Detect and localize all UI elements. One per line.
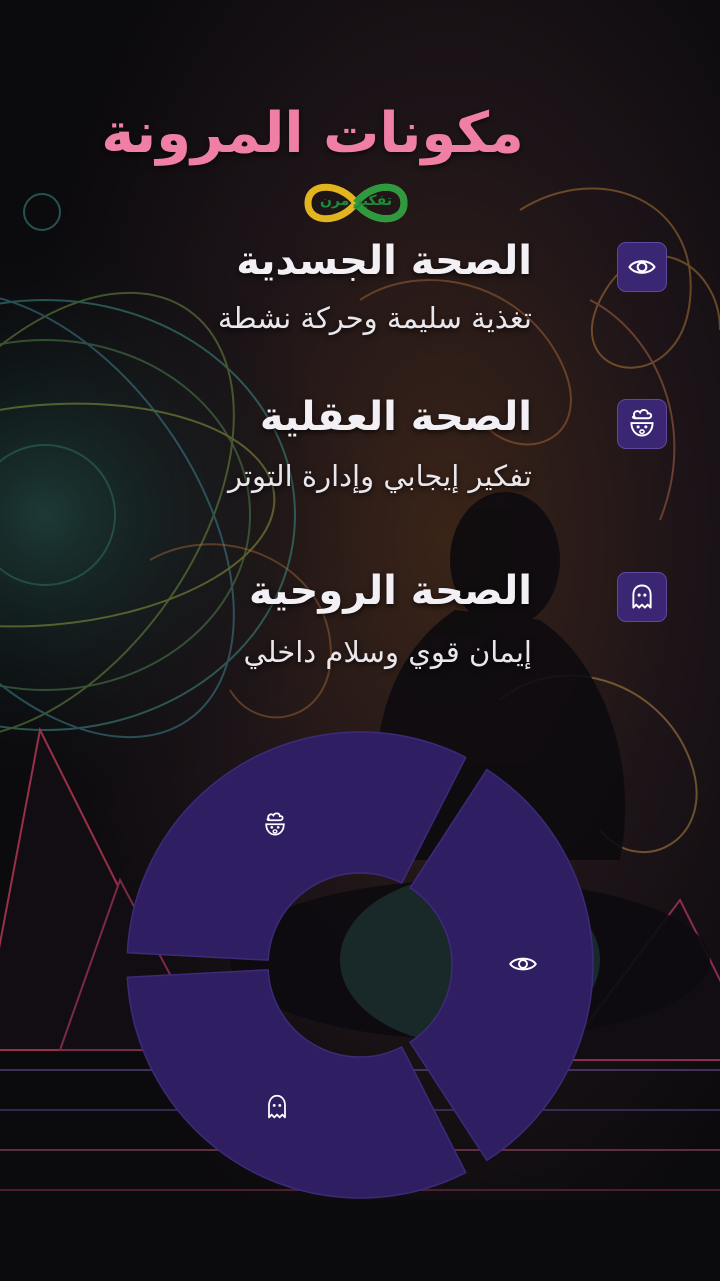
eye-icon <box>509 957 537 971</box>
donut-segment-mental <box>126 731 467 961</box>
donut-segment-spiritual <box>126 969 467 1199</box>
logo-text: تفكير مرن <box>319 193 393 209</box>
mind-blown-icon <box>265 812 285 836</box>
item-icon-box-physical <box>617 242 667 292</box>
mind-blown-icon <box>630 409 654 437</box>
ghost-icon <box>268 1094 286 1119</box>
item-description-mental: تفكير إيجابي وإدارة التوتر <box>227 459 532 493</box>
item-heading-physical: الصحة الجسدية <box>236 238 532 284</box>
item-description-spiritual: إيمان قوي وسلام داخلي <box>243 635 532 669</box>
ghost-icon <box>632 584 652 609</box>
item-description-physical: تغذية سليمة وحركة نشطة <box>217 301 532 335</box>
donut-segment-icon-mental <box>255 805 295 845</box>
donut-segment-icon-spiritual <box>257 1087 297 1127</box>
item-heading-mental: الصحة العقلية <box>259 394 532 440</box>
eye-icon <box>628 260 656 274</box>
page-title: مكونات المرونة <box>101 101 524 166</box>
slide: مكونات المرونة تفكير مرن الصحة الجسدية ت… <box>0 0 720 1281</box>
donut-segment-icon-physical <box>503 944 543 984</box>
item-heading-spiritual: الصحة الروحية <box>248 568 532 614</box>
donut-segment-physical <box>409 768 594 1162</box>
item-icon-box-spiritual <box>617 572 667 622</box>
item-icon-box-mental <box>617 399 667 449</box>
